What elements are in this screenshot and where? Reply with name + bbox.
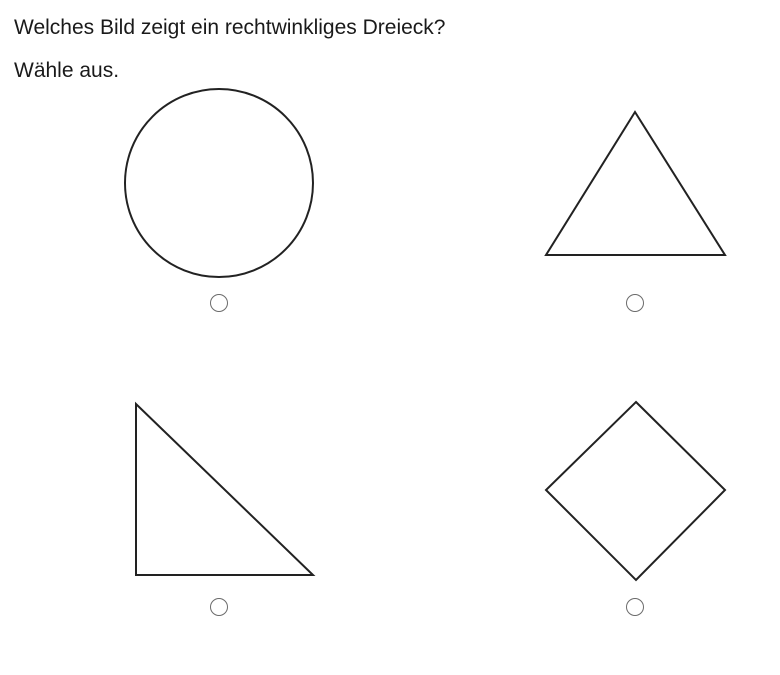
option-equilateral-triangle-radio[interactable]	[626, 294, 644, 312]
option-diamond[interactable]	[540, 398, 730, 620]
instruction-text: Wähle aus.	[14, 59, 120, 82]
option-diamond-radio[interactable]	[626, 598, 644, 616]
option-circle-radio[interactable]	[210, 294, 228, 312]
question-text: Welches Bild zeigt ein rechtwinkliges Dr…	[14, 16, 446, 39]
option-circle[interactable]	[120, 85, 320, 315]
option-right-triangle-radio[interactable]	[210, 598, 228, 616]
option-right-triangle[interactable]	[125, 398, 320, 620]
option-equilateral-triangle[interactable]	[540, 105, 730, 315]
